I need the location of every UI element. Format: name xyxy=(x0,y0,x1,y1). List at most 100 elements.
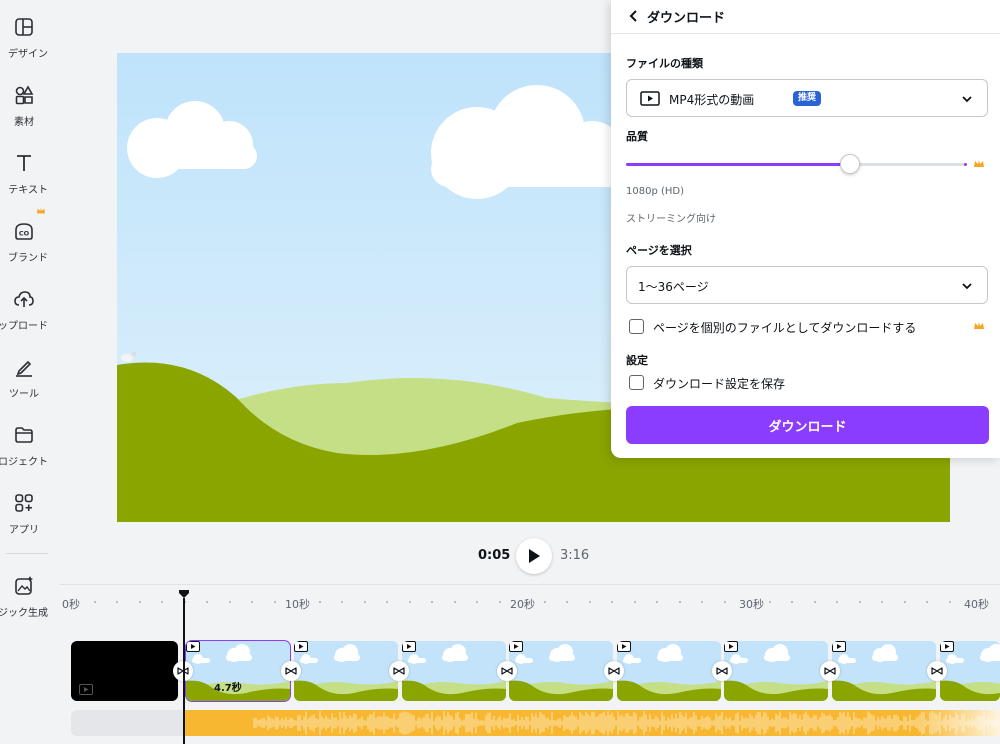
video-clip-icon xyxy=(724,641,738,652)
timeline-clip[interactable] xyxy=(509,641,613,701)
playhead[interactable] xyxy=(183,598,185,744)
ruler-tick xyxy=(678,601,681,603)
tick-label: 0秒 xyxy=(62,598,80,611)
transition-icon xyxy=(716,667,728,675)
separate-files-checkbox[interactable] xyxy=(629,319,644,334)
timeline-clip[interactable]: 4.7秒 xyxy=(185,640,291,702)
sidebar-divider xyxy=(6,553,48,554)
chevron-down-icon xyxy=(962,96,972,103)
sidebar-item-text[interactable]: テキスト xyxy=(0,139,48,199)
chevron-left-icon[interactable] xyxy=(625,7,643,25)
ruler-tick xyxy=(858,601,861,603)
ruler-tick xyxy=(881,601,883,603)
timeline-clip[interactable] xyxy=(617,641,721,701)
sidebar-item-tools[interactable]: ツール xyxy=(0,343,48,403)
ruler-tick xyxy=(116,601,118,603)
quality-slider-thumb[interactable] xyxy=(840,154,861,174)
transition-icon xyxy=(285,667,297,675)
sidebar-item-uploads[interactable]: ップロード xyxy=(0,275,48,335)
ruler-tick xyxy=(476,601,478,603)
ruler-tick xyxy=(273,601,276,603)
timeline-clip[interactable] xyxy=(294,641,398,701)
layout-icon xyxy=(15,18,33,36)
sidebar-item-magic-media[interactable]: ジック生成 xyxy=(0,562,48,622)
ruler-tick xyxy=(836,601,838,603)
video-clip-icon xyxy=(940,641,954,652)
settings-label: 設定 xyxy=(626,354,648,367)
tick-label: 10秒 xyxy=(285,598,310,611)
separate-files-label: ページを個別のファイルとしてダウンロードする xyxy=(653,321,917,335)
ruler-tick xyxy=(228,601,231,603)
download-button[interactable]: ダウンロード xyxy=(626,406,989,444)
ruler-tick xyxy=(363,601,366,603)
ruler-tick xyxy=(386,601,388,603)
ruler-tick xyxy=(813,601,816,603)
tick-label: 20秒 xyxy=(510,598,535,611)
timeline-clip[interactable] xyxy=(724,641,828,701)
video-clip-icon xyxy=(79,684,93,695)
timeline-clip[interactable] xyxy=(71,641,178,701)
ruler-tick xyxy=(656,601,658,603)
playhead-handle-icon[interactable] xyxy=(178,589,190,599)
save-settings-label: ダウンロード設定を保存 xyxy=(653,377,786,391)
transition-button[interactable] xyxy=(927,661,947,681)
timeline-clip[interactable] xyxy=(402,641,506,701)
timeline-ruler xyxy=(60,584,1000,585)
playback-controls: 0:05 3:16 xyxy=(470,536,610,576)
page-select-label: ページを選択 xyxy=(626,244,692,257)
sidebar-item-elements[interactable]: 素材 xyxy=(0,71,48,131)
audio-track[interactable] xyxy=(184,710,1000,736)
ruler-tick xyxy=(611,601,613,603)
sidebar-item-label: ジック生成 xyxy=(0,608,48,619)
save-settings-option[interactable]: ダウンロード設定を保存 xyxy=(629,374,829,392)
sidebar-item-label: デザイン xyxy=(8,49,48,60)
folder-icon xyxy=(15,427,33,443)
transition-icon xyxy=(501,667,513,675)
ruler-tick xyxy=(408,601,411,603)
audio-fade xyxy=(920,710,1000,736)
page-select-value: 1〜36ページ xyxy=(638,280,709,294)
timeline-clip[interactable] xyxy=(832,641,936,701)
ruler-tick xyxy=(431,601,433,603)
text-icon xyxy=(17,155,31,171)
ruler-tick xyxy=(768,601,771,603)
transition-button[interactable] xyxy=(820,661,840,681)
ruler-tick xyxy=(903,601,906,603)
chevron-down-icon xyxy=(962,283,972,290)
ruler-tick xyxy=(206,601,208,603)
sidebar-item-label: 素材 xyxy=(14,117,34,128)
clip-thumbnail xyxy=(617,641,721,701)
timeline-clip[interactable] xyxy=(940,641,1000,701)
crown-icon xyxy=(974,322,984,329)
sidebar-item-projects[interactable]: ロジェクト xyxy=(0,411,48,471)
page-select[interactable]: 1〜36ページ xyxy=(626,266,988,304)
quality-slider[interactable] xyxy=(626,163,966,166)
transition-button[interactable] xyxy=(604,661,624,681)
quality-value: 1080p (HD) xyxy=(626,186,684,197)
sidebar-item-label: テキスト xyxy=(8,185,48,196)
file-type-select[interactable]: MP4形式の動画 推奨 xyxy=(626,79,988,117)
sidebar-item-brand[interactable]: CO ブランド xyxy=(0,207,48,267)
recommended-badge: 推奨 xyxy=(793,91,822,106)
save-settings-checkbox[interactable] xyxy=(629,375,644,390)
magic-media-icon xyxy=(15,576,33,595)
transition-button[interactable] xyxy=(389,661,409,681)
transition-button[interactable] xyxy=(281,661,301,681)
separate-files-option[interactable]: ページを個別のファイルとしてダウンロードする xyxy=(629,318,969,336)
transition-button[interactable] xyxy=(497,661,517,681)
transition-button[interactable] xyxy=(712,661,732,681)
ruler-tick xyxy=(701,601,703,603)
video-file-icon xyxy=(640,91,660,106)
sidebar-item-apps[interactable]: アプリ xyxy=(0,479,48,539)
video-clip-icon xyxy=(617,641,631,652)
panel-title: ダウンロード xyxy=(647,11,726,26)
transition-icon xyxy=(393,667,405,675)
tick-label: 30秒 xyxy=(739,598,764,611)
sidebar-item-label: ロジェクト xyxy=(0,457,48,468)
brand-icon: CO xyxy=(15,223,33,240)
crown-icon xyxy=(974,160,984,167)
sidebar-item-design[interactable]: デザイン xyxy=(0,3,48,63)
ruler-tick xyxy=(948,601,951,603)
play-button[interactable] xyxy=(516,538,552,574)
clip-thumbnail xyxy=(724,641,828,701)
